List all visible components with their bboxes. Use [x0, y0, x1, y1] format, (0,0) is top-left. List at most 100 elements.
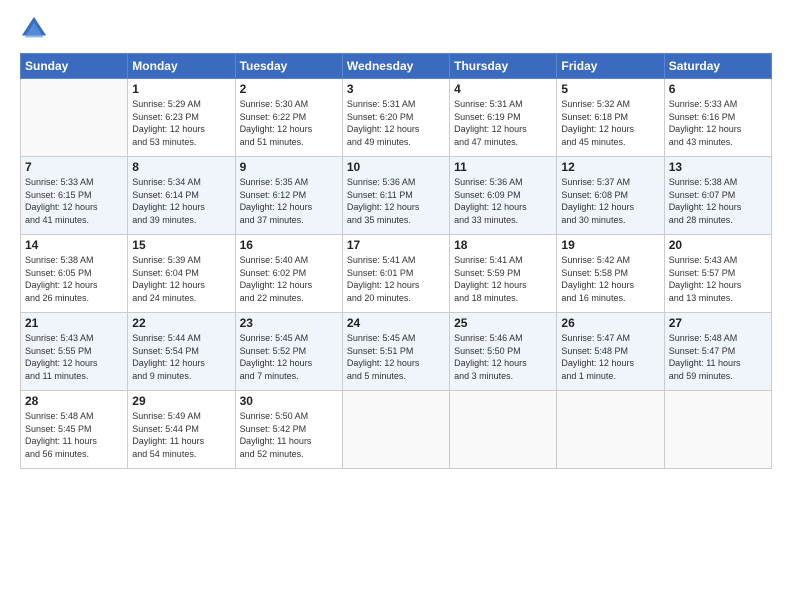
calendar-cell: 10 Sunrise: 5:36 AM Sunset: 6:11 PM Dayli… — [342, 157, 449, 235]
day-info: Sunrise: 5:37 AM Sunset: 6:08 PM Dayligh… — [561, 176, 659, 226]
day-info: Sunrise: 5:36 AM Sunset: 6:11 PM Dayligh… — [347, 176, 445, 226]
calendar-cell: 23 Sunrise: 5:45 AM Sunset: 5:52 PM Dayli… — [235, 313, 342, 391]
day-number: 25 — [454, 316, 552, 330]
day-number: 1 — [132, 82, 230, 96]
day-info: Sunrise: 5:34 AM Sunset: 6:14 PM Dayligh… — [132, 176, 230, 226]
calendar-week-row: 1 Sunrise: 5:29 AM Sunset: 6:23 PM Daylig… — [21, 79, 772, 157]
calendar-cell: 20 Sunrise: 5:43 AM Sunset: 5:57 PM Dayli… — [664, 235, 771, 313]
calendar-table: SundayMondayTuesdayWednesdayThursdayFrid… — [20, 53, 772, 469]
calendar-cell: 4Sunrise: 5:31 AM Sunset: 6:19 PM Daylig… — [450, 79, 557, 157]
calendar-cell — [450, 391, 557, 469]
calendar-cell: 21 Sunrise: 5:43 AM Sunset: 5:55 PM Dayli… — [21, 313, 128, 391]
day-number: 15 — [132, 238, 230, 252]
page: SundayMondayTuesdayWednesdayThursdayFrid… — [0, 0, 792, 612]
calendar-week-row: 21 Sunrise: 5:43 AM Sunset: 5:55 PM Dayli… — [21, 313, 772, 391]
day-number: 14 — [25, 238, 123, 252]
day-info: Sunrise: 5:33 AM Sunset: 6:16 PM Dayligh… — [669, 98, 767, 148]
day-number: 22 — [132, 316, 230, 330]
calendar-cell: 27Sunrise: 5:48 AM Sunset: 5:47 PM Dayli… — [664, 313, 771, 391]
day-number: 6 — [669, 82, 767, 96]
day-info: Sunrise: 5:46 AM Sunset: 5:50 PM Dayligh… — [454, 332, 552, 382]
calendar-cell: 1 Sunrise: 5:29 AM Sunset: 6:23 PM Daylig… — [128, 79, 235, 157]
calendar-cell — [342, 391, 449, 469]
calendar-cell: 2Sunrise: 5:30 AM Sunset: 6:22 PM Daylig… — [235, 79, 342, 157]
weekday-header-sunday: Sunday — [21, 54, 128, 79]
day-info: Sunrise: 5:32 AM Sunset: 6:18 PM Dayligh… — [561, 98, 659, 148]
day-info: Sunrise: 5:33 AM Sunset: 6:15 PM Dayligh… — [25, 176, 123, 226]
calendar-cell: 26 Sunrise: 5:47 AM Sunset: 5:48 PM Dayli… — [557, 313, 664, 391]
calendar-cell: 6 Sunrise: 5:33 AM Sunset: 6:16 PM Daylig… — [664, 79, 771, 157]
calendar-cell: 19 Sunrise: 5:42 AM Sunset: 5:58 PM Dayli… — [557, 235, 664, 313]
calendar-week-row: 28 Sunrise: 5:48 AM Sunset: 5:45 PM Dayli… — [21, 391, 772, 469]
calendar-cell: 5 Sunrise: 5:32 AM Sunset: 6:18 PM Daylig… — [557, 79, 664, 157]
weekday-header-saturday: Saturday — [664, 54, 771, 79]
calendar-cell: 12 Sunrise: 5:37 AM Sunset: 6:08 PM Dayli… — [557, 157, 664, 235]
day-number: 12 — [561, 160, 659, 174]
calendar-cell: 29 Sunrise: 5:49 AM Sunset: 5:44 PM Dayli… — [128, 391, 235, 469]
calendar-cell: 17 Sunrise: 5:41 AM Sunset: 6:01 PM Dayli… — [342, 235, 449, 313]
day-info: Sunrise: 5:38 AM Sunset: 6:07 PM Dayligh… — [669, 176, 767, 226]
day-info: Sunrise: 5:50 AM Sunset: 5:42 PM Dayligh… — [240, 410, 338, 460]
day-number: 30 — [240, 394, 338, 408]
calendar-week-row: 7 Sunrise: 5:33 AM Sunset: 6:15 PM Daylig… — [21, 157, 772, 235]
calendar-week-row: 14 Sunrise: 5:38 AM Sunset: 6:05 PM Dayli… — [21, 235, 772, 313]
day-info: Sunrise: 5:43 AM Sunset: 5:55 PM Dayligh… — [25, 332, 123, 382]
calendar-cell: 28 Sunrise: 5:48 AM Sunset: 5:45 PM Dayli… — [21, 391, 128, 469]
day-number: 3 — [347, 82, 445, 96]
day-info: Sunrise: 5:43 AM Sunset: 5:57 PM Dayligh… — [669, 254, 767, 304]
day-info: Sunrise: 5:36 AM Sunset: 6:09 PM Dayligh… — [454, 176, 552, 226]
day-info: Sunrise: 5:31 AM Sunset: 6:20 PM Dayligh… — [347, 98, 445, 148]
day-number: 19 — [561, 238, 659, 252]
day-number: 27 — [669, 316, 767, 330]
day-number: 8 — [132, 160, 230, 174]
day-number: 20 — [669, 238, 767, 252]
day-info: Sunrise: 5:40 AM Sunset: 6:02 PM Dayligh… — [240, 254, 338, 304]
calendar-cell: 9 Sunrise: 5:35 AM Sunset: 6:12 PM Daylig… — [235, 157, 342, 235]
day-info: Sunrise: 5:49 AM Sunset: 5:44 PM Dayligh… — [132, 410, 230, 460]
calendar-cell: 11 Sunrise: 5:36 AM Sunset: 6:09 PM Dayli… — [450, 157, 557, 235]
logo — [20, 15, 50, 43]
day-number: 11 — [454, 160, 552, 174]
day-info: Sunrise: 5:42 AM Sunset: 5:58 PM Dayligh… — [561, 254, 659, 304]
day-info: Sunrise: 5:48 AM Sunset: 5:45 PM Dayligh… — [25, 410, 123, 460]
day-info: Sunrise: 5:41 AM Sunset: 6:01 PM Dayligh… — [347, 254, 445, 304]
day-info: Sunrise: 5:38 AM Sunset: 6:05 PM Dayligh… — [25, 254, 123, 304]
weekday-header-friday: Friday — [557, 54, 664, 79]
calendar-cell: 8 Sunrise: 5:34 AM Sunset: 6:14 PM Daylig… — [128, 157, 235, 235]
header — [20, 15, 772, 43]
day-number: 29 — [132, 394, 230, 408]
day-info: Sunrise: 5:44 AM Sunset: 5:54 PM Dayligh… — [132, 332, 230, 382]
day-number: 17 — [347, 238, 445, 252]
day-number: 16 — [240, 238, 338, 252]
day-info: Sunrise: 5:35 AM Sunset: 6:12 PM Dayligh… — [240, 176, 338, 226]
calendar-cell: 22 Sunrise: 5:44 AM Sunset: 5:54 PM Dayli… — [128, 313, 235, 391]
day-number: 24 — [347, 316, 445, 330]
calendar-cell — [664, 391, 771, 469]
logo-icon — [20, 15, 48, 43]
day-number: 4 — [454, 82, 552, 96]
calendar-cell: 15 Sunrise: 5:39 AM Sunset: 6:04 PM Dayli… — [128, 235, 235, 313]
day-info: Sunrise: 5:30 AM Sunset: 6:22 PM Dayligh… — [240, 98, 338, 148]
day-info: Sunrise: 5:45 AM Sunset: 5:52 PM Dayligh… — [240, 332, 338, 382]
calendar-cell: 18 Sunrise: 5:41 AM Sunset: 5:59 PM Dayli… — [450, 235, 557, 313]
calendar-cell: 24Sunrise: 5:45 AM Sunset: 5:51 PM Dayli… — [342, 313, 449, 391]
day-number: 7 — [25, 160, 123, 174]
day-number: 5 — [561, 82, 659, 96]
day-number: 9 — [240, 160, 338, 174]
day-number: 21 — [25, 316, 123, 330]
day-info: Sunrise: 5:29 AM Sunset: 6:23 PM Dayligh… — [132, 98, 230, 148]
day-info: Sunrise: 5:41 AM Sunset: 5:59 PM Dayligh… — [454, 254, 552, 304]
calendar-header-row: SundayMondayTuesdayWednesdayThursdayFrid… — [21, 54, 772, 79]
day-info: Sunrise: 5:39 AM Sunset: 6:04 PM Dayligh… — [132, 254, 230, 304]
calendar-cell — [21, 79, 128, 157]
day-info: Sunrise: 5:47 AM Sunset: 5:48 PM Dayligh… — [561, 332, 659, 382]
weekday-header-wednesday: Wednesday — [342, 54, 449, 79]
day-number: 23 — [240, 316, 338, 330]
calendar-cell — [557, 391, 664, 469]
day-number: 10 — [347, 160, 445, 174]
calendar-cell: 7 Sunrise: 5:33 AM Sunset: 6:15 PM Daylig… — [21, 157, 128, 235]
weekday-header-thursday: Thursday — [450, 54, 557, 79]
day-number: 18 — [454, 238, 552, 252]
day-number: 26 — [561, 316, 659, 330]
day-number: 28 — [25, 394, 123, 408]
